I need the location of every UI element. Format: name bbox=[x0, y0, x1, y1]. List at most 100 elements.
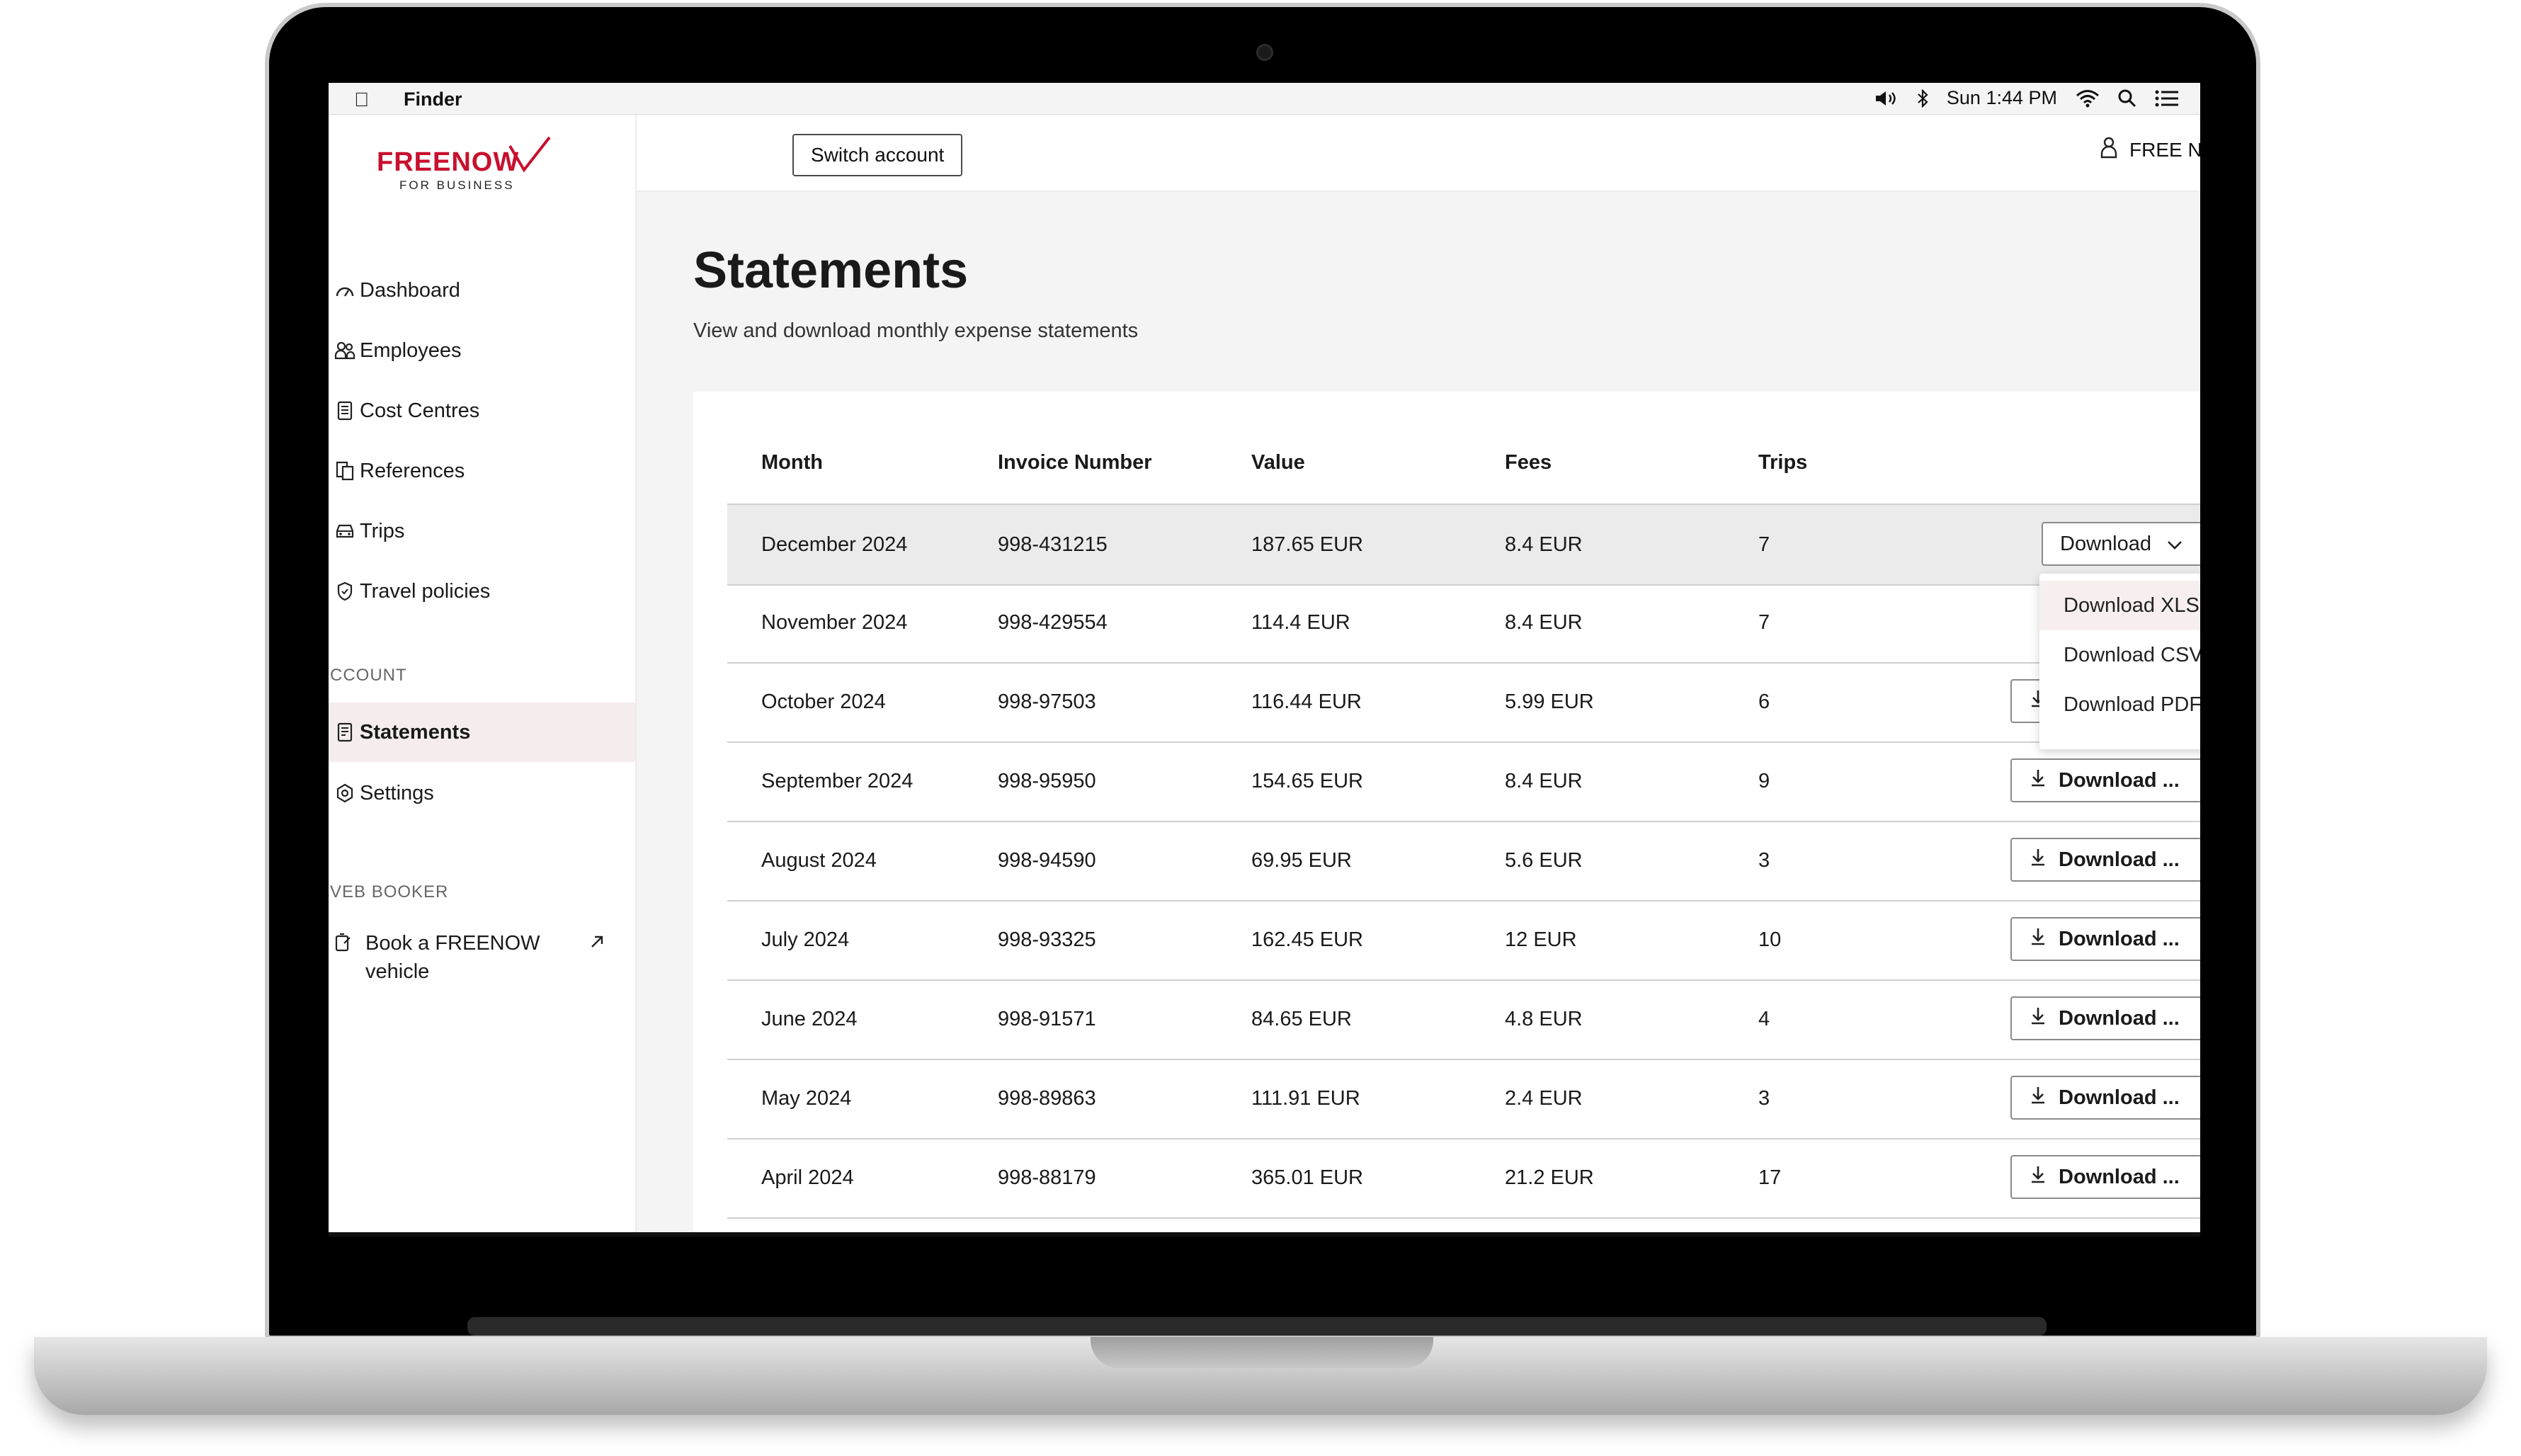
download-button[interactable]: Download ... bbox=[2010, 1155, 2200, 1199]
menu-item-download-csv[interactable]: Download CSV bbox=[2039, 630, 2200, 680]
screen:  Finder Sun 1:44 PM FREENOW FOR BUSIN bbox=[329, 83, 2200, 1232]
section-label-account: CCOUNT bbox=[330, 666, 407, 685]
webcam bbox=[1256, 44, 1273, 61]
download-button[interactable]: Download ... bbox=[2010, 996, 2200, 1040]
table-row[interactable]: August 2024 998-94590 69.95 EUR 5.6 EUR 3 Dow… bbox=[727, 821, 2200, 902]
sidebar-item-label: References bbox=[360, 459, 465, 482]
macos-menubar:  Finder Sun 1:44 PM bbox=[329, 83, 2200, 115]
sidebar: FREENOW FOR BUSINESS Dashboard Employees… bbox=[329, 115, 637, 1232]
download-button-label: Download ... bbox=[2059, 927, 2180, 950]
download-button[interactable]: Download ... bbox=[2010, 917, 2200, 961]
download-icon bbox=[2030, 1086, 2046, 1110]
cell-month: October 2024 bbox=[761, 690, 886, 713]
cell-value: 114.4 EUR bbox=[1251, 611, 1350, 634]
logo-sub: FOR BUSINESS bbox=[399, 178, 515, 192]
cell-fees: 5.6 EUR bbox=[1505, 849, 1583, 872]
cell-month: September 2024 bbox=[761, 770, 914, 792]
volume-icon[interactable] bbox=[1874, 90, 1899, 107]
sidebar-item-dashboard[interactable]: Dashboard bbox=[329, 263, 635, 317]
table-row[interactable]: September 2024 998-95950 154.65 EUR 8.4 EUR… bbox=[727, 741, 2200, 822]
sidebar-item-employees[interactable]: Employees bbox=[329, 324, 635, 377]
switch-account-button[interactable]: Switch account bbox=[792, 134, 963, 176]
download-dropdown-button[interactable]: Download bbox=[2042, 522, 2200, 566]
sidebar-item-label: Travel policies bbox=[360, 579, 491, 603]
table-row[interactable]: July 2024 998-93325 162.45 EUR 12 EUR 10 Down… bbox=[727, 900, 2200, 981]
table-row[interactable]: October 2024 998-97503 116.44 EUR 5.99 EUR 6… bbox=[727, 662, 2200, 743]
sidebar-item-references[interactable]: References bbox=[329, 444, 635, 498]
cell-fees: 5.99 EUR bbox=[1505, 690, 1594, 713]
sidebar-item-label: Dashboard bbox=[360, 278, 460, 302]
sidebar-item-cost-centres[interactable]: Cost Centres bbox=[329, 384, 635, 438]
cell-fees: 21.2 EUR bbox=[1505, 1166, 1594, 1189]
app-name[interactable]: Finder bbox=[404, 89, 462, 110]
table-row[interactable]: December 2024 998-431215 187.65 EUR 8.4 EUR… bbox=[727, 504, 2200, 586]
cell-value: 84.65 EUR bbox=[1251, 1008, 1352, 1030]
booking-icon bbox=[334, 932, 354, 959]
menubar-clock[interactable]: Sun 1:44 PM bbox=[1947, 87, 2057, 109]
cell-fees: 8.4 EUR bbox=[1505, 611, 1583, 634]
spotlight-search-icon[interactable] bbox=[2118, 89, 2136, 108]
statements-table: Month Invoice Number Value Fees Trips De… bbox=[693, 392, 2200, 1232]
user-menu[interactable]: FREE N bbox=[2100, 136, 2200, 164]
section-label-web-booker: VEB BOOKER bbox=[330, 882, 449, 902]
cell-invoice: 998-97503 bbox=[998, 690, 1096, 713]
download-button[interactable]: Download ... bbox=[2010, 838, 2200, 882]
download-icon bbox=[2030, 768, 2046, 792]
table-row[interactable]: June 2024 998-91571 84.65 EUR 4.8 EUR 4 Downl… bbox=[727, 979, 2200, 1060]
cell-trips: 7 bbox=[1758, 611, 1770, 634]
laptop-notch bbox=[1091, 1337, 1433, 1368]
table-row[interactable]: November 2024 998-429554 114.4 EUR 8.4 EUR 7… bbox=[727, 583, 2200, 664]
freenow-logo[interactable]: FREENOW FOR BUSINESS bbox=[377, 136, 554, 193]
page-subtitle: View and download monthly expense statem… bbox=[693, 319, 1139, 342]
notification-center-icon[interactable] bbox=[2155, 90, 2179, 107]
cell-fees: 8.4 EUR bbox=[1505, 533, 1583, 556]
cell-fees: 12 EUR bbox=[1505, 928, 1577, 951]
cell-invoice: 998-88179 bbox=[998, 1166, 1096, 1189]
chevron-down-icon bbox=[2167, 533, 2183, 556]
download-button[interactable]: Download ... bbox=[2010, 1076, 2200, 1120]
wifi-icon[interactable] bbox=[2076, 89, 2100, 108]
cost-centres-icon bbox=[330, 401, 360, 421]
column-header-fees[interactable]: Fees bbox=[1505, 451, 1552, 474]
employees-icon bbox=[330, 341, 360, 360]
download-icon bbox=[2030, 1165, 2046, 1189]
column-header-invoice[interactable]: Invoice Number bbox=[998, 451, 1152, 474]
cell-value: 116.44 EUR bbox=[1251, 690, 1362, 713]
download-button[interactable]: Download ... bbox=[2010, 758, 2200, 802]
cell-value: 69.95 EUR bbox=[1251, 849, 1352, 872]
sidebar-item-label: Settings bbox=[360, 781, 434, 804]
sidebar-item-settings[interactable]: Settings bbox=[329, 766, 635, 820]
table-row[interactable]: May 2024 998-89863 111.91 EUR 2.4 EUR 3 Downl… bbox=[727, 1059, 2200, 1139]
menu-item-download-pdf[interactable]: Download PDF bbox=[2039, 680, 2200, 729]
cell-fees: 8.4 EUR bbox=[1505, 770, 1583, 792]
menu-item-download-xlsx[interactable]: Download XLSX bbox=[2039, 581, 2200, 630]
cell-fees: 4.8 EUR bbox=[1505, 1008, 1583, 1030]
sidebar-item-label: Trips bbox=[360, 519, 405, 542]
logo-check-icon bbox=[508, 136, 551, 173]
download-button-label: Download ... bbox=[2059, 1086, 2180, 1109]
download-button-label: Download ... bbox=[2059, 768, 2180, 792]
external-link-icon bbox=[589, 932, 605, 955]
car-icon bbox=[330, 523, 360, 540]
cell-month: May 2024 bbox=[761, 1087, 852, 1110]
table-row[interactable]: April 2024 998-88179 365.01 EUR 21.2 EUR 17 D… bbox=[727, 1138, 2200, 1219]
cell-month: August 2024 bbox=[761, 849, 877, 872]
statement-icon bbox=[330, 722, 360, 742]
cell-trips: 3 bbox=[1758, 1087, 1770, 1110]
cell-invoice: 998-95950 bbox=[998, 770, 1096, 792]
download-icon bbox=[2030, 848, 2046, 872]
apple-icon[interactable]:  bbox=[354, 89, 369, 111]
page-title: Statements bbox=[693, 242, 969, 299]
sidebar-item-label: Statements bbox=[360, 720, 471, 744]
column-header-value[interactable]: Value bbox=[1251, 451, 1305, 474]
sidebar-item-statements[interactable]: Statements bbox=[329, 703, 635, 762]
download-button-label: Download bbox=[2060, 532, 2151, 555]
sidebar-item-travel-policies[interactable]: Travel policies bbox=[329, 564, 635, 618]
cell-month: November 2024 bbox=[761, 611, 908, 634]
bluetooth-icon[interactable] bbox=[1917, 89, 1928, 108]
sidebar-item-trips[interactable]: Trips bbox=[329, 504, 635, 558]
cell-trips: 10 bbox=[1758, 928, 1782, 951]
cell-trips: 4 bbox=[1758, 1008, 1770, 1030]
column-header-month[interactable]: Month bbox=[761, 451, 823, 474]
column-header-trips[interactable]: Trips bbox=[1758, 451, 1807, 474]
